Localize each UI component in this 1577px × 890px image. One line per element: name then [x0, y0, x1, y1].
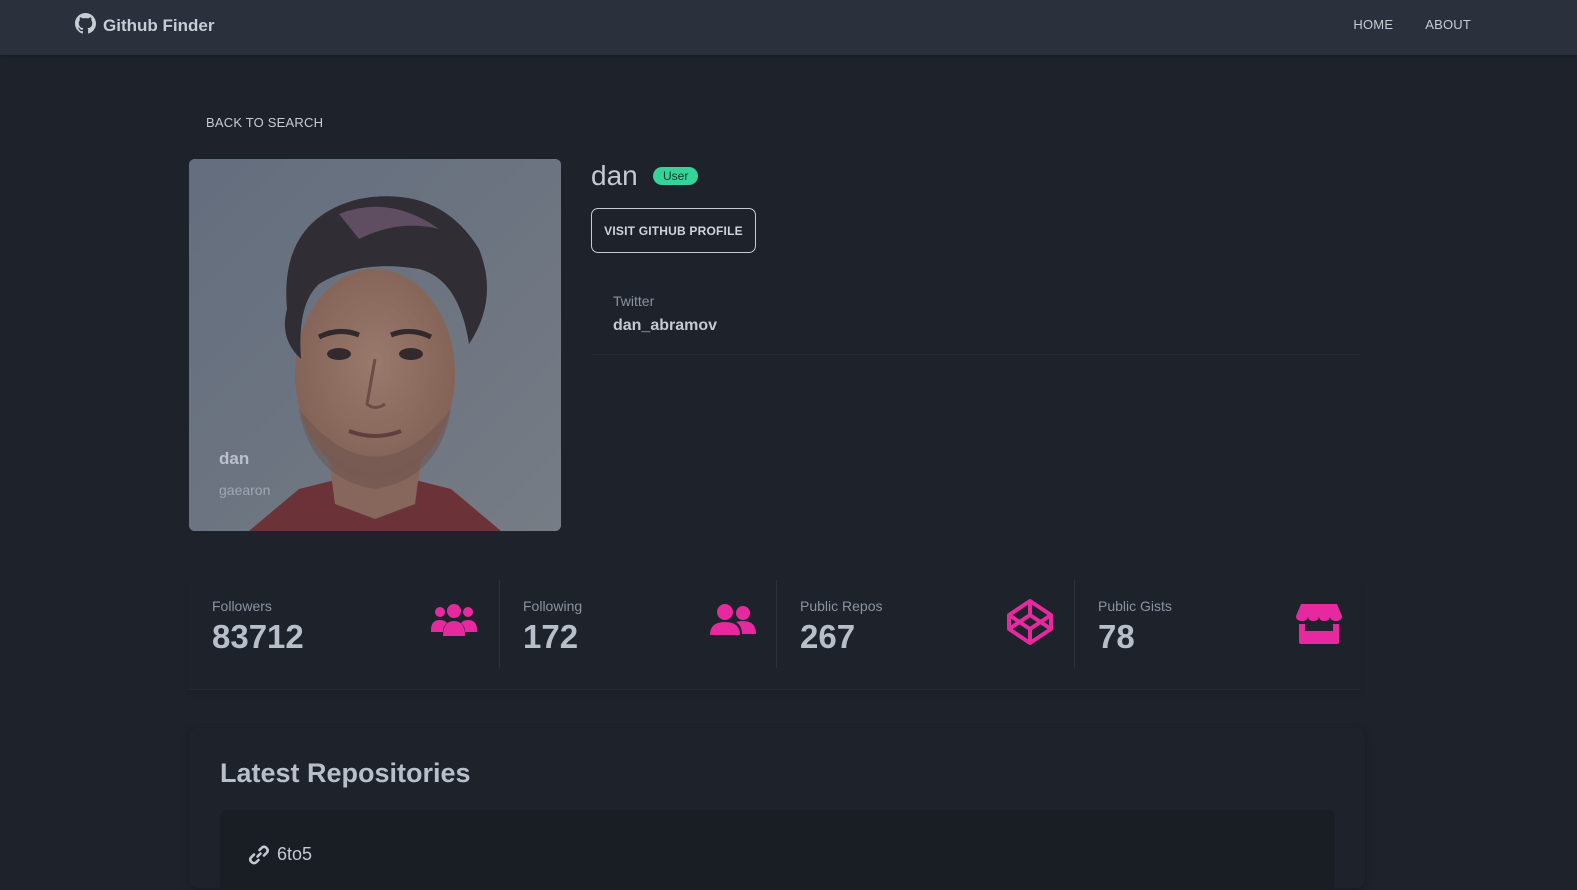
stat-value: 172: [523, 618, 579, 655]
stat-following: Following 172: [500, 580, 777, 668]
stat-label: Followers: [212, 598, 272, 614]
codepen-icon: [1006, 599, 1054, 651]
nav-links: HOME ABOUT: [1353, 17, 1471, 32]
avatar-card: dan gaearon: [189, 159, 561, 531]
stat-label: Public Repos: [800, 598, 883, 614]
stat-value: 78: [1098, 618, 1135, 655]
user-friends-icon: [710, 602, 756, 643]
twitter-block: Twitter dan_abramov: [591, 280, 1361, 355]
latest-repositories-card: Latest Repositories 6to5: [189, 728, 1365, 890]
brand-title: Github Finder: [103, 16, 215, 35]
profile-name: dan: [591, 160, 638, 191]
avatar-name: dan: [219, 449, 250, 468]
link-icon: [248, 845, 270, 870]
stats-bar: Followers 83712 Following 172 Public Rep…: [189, 580, 1361, 690]
brand[interactable]: Github Finder: [75, 13, 215, 39]
stat-public-gists: Public Gists 78: [1075, 580, 1361, 668]
stat-label: Following: [523, 598, 583, 614]
stat-public-repos: Public Repos 267: [777, 580, 1075, 668]
repos-title: Latest Repositories: [220, 758, 471, 788]
store-icon: [1296, 602, 1342, 649]
stat-value: 83712: [212, 618, 304, 655]
twitter-label: Twitter: [613, 293, 655, 309]
user-type-badge: User: [653, 167, 699, 185]
github-icon: [75, 13, 96, 39]
repo-name: 6to5: [277, 844, 313, 864]
users-icon: [431, 602, 477, 643]
navbar: Github Finder HOME ABOUT: [0, 0, 1577, 55]
avatar-login: gaearon: [219, 482, 271, 498]
nav-home-link[interactable]: HOME: [1353, 17, 1393, 32]
twitter-handle[interactable]: dan_abramov: [613, 317, 717, 335]
stat-value: 267: [800, 618, 856, 655]
stat-label: Public Gists: [1098, 598, 1172, 614]
back-to-search-button[interactable]: BACK TO SEARCH: [206, 115, 323, 130]
stat-followers: Followers 83712: [189, 580, 500, 668]
visit-github-profile-button[interactable]: VISIT GITHUB PROFILE: [591, 208, 756, 253]
nav-about-link[interactable]: ABOUT: [1425, 17, 1471, 32]
repo-item[interactable]: 6to5: [220, 810, 1335, 890]
